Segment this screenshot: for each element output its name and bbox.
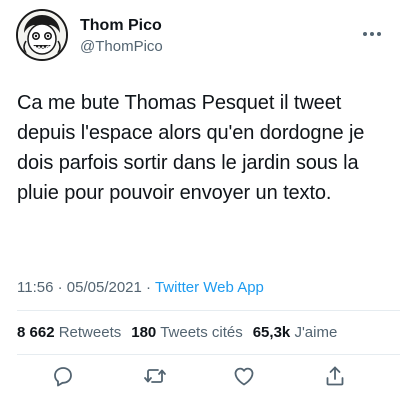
author-display-name[interactable]: Thom Pico (80, 16, 163, 36)
retweets-label: Retweets (58, 324, 122, 341)
likes-label: J'aime (294, 324, 338, 341)
tweet-text: Ca me bute Thomas Pesquet il tweet depui… (17, 92, 365, 204)
tweet-card: Thom Pico @ThomPico Ca me bute Thomas Pe… (0, 0, 400, 400)
tweet-metadata: 11:56 · 05/05/2021 · Twitter Web App (17, 278, 264, 298)
divider (17, 310, 400, 311)
quotes-count: 180 (131, 324, 157, 341)
tweet-source-link[interactable]: Twitter Web App (155, 279, 264, 296)
more-options-icon[interactable] (362, 24, 382, 36)
share-icon[interactable] (323, 364, 347, 388)
engagement-stats: 8 662 Retweets 180 Tweets cités 65,3k J'ai… (17, 323, 337, 343)
divider (17, 354, 400, 355)
avatar-illustration (18, 11, 66, 59)
heart-icon[interactable] (232, 364, 256, 388)
author-info: Thom Pico @ThomPico (80, 16, 163, 57)
retweet-icon[interactable] (143, 364, 167, 388)
avatar[interactable] (16, 9, 68, 61)
tweet-time[interactable]: 11:56 (17, 279, 53, 296)
quotes-stat[interactable]: 180 Tweets cités (131, 324, 242, 341)
author-handle[interactable]: @ThomPico (80, 37, 163, 57)
retweets-count: 8 662 (17, 324, 55, 341)
reply-icon[interactable] (51, 364, 75, 388)
meta-separator: · (57, 279, 63, 296)
likes-count: 65,3k (252, 324, 291, 341)
retweets-stat[interactable]: 8 662 Retweets (17, 324, 121, 341)
quotes-label: Tweets cités (160, 324, 243, 341)
likes-stat[interactable]: 65,3k J'aime (253, 324, 338, 341)
meta-separator: · (146, 279, 152, 296)
action-bar (0, 364, 400, 392)
tweet-date[interactable]: 05/05/2021 (67, 279, 142, 296)
